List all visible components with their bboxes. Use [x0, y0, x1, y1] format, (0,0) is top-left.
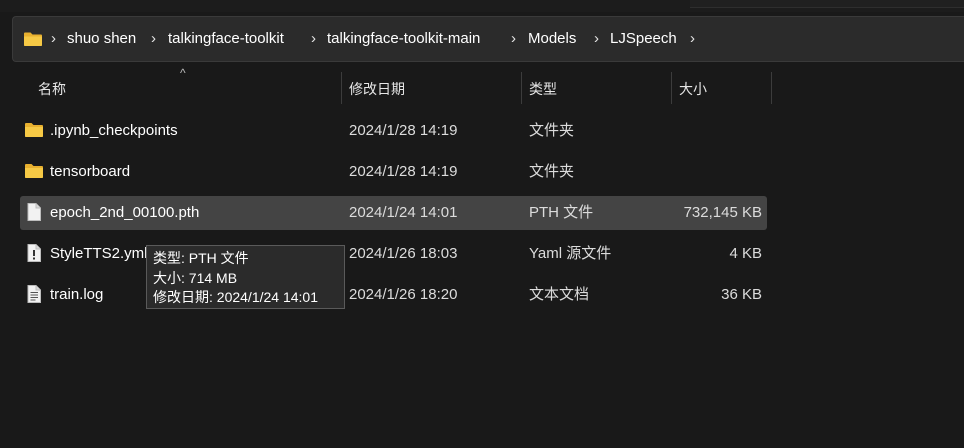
breadcrumb-item-ljspeech[interactable]: LJSpeech: [610, 17, 677, 61]
column-header-type[interactable]: 类型: [529, 72, 557, 106]
tooltip-date: 修改日期: 2024/1/24 14:01: [153, 289, 318, 305]
file-name: .ipynb_checkpoints: [50, 122, 178, 139]
file-row[interactable]: tensorboard 2024/1/28 14:19 文件夹: [20, 155, 767, 189]
tooltip-size: 大小: 714 MB: [153, 269, 238, 286]
file-name: StyleTTS2.yml: [50, 245, 146, 262]
column-divider[interactable]: [341, 72, 342, 104]
column-header-name[interactable]: 名称: [38, 72, 66, 106]
column-divider[interactable]: [671, 72, 672, 104]
title-bar-region: [690, 0, 964, 8]
yaml-file-icon: [27, 244, 41, 262]
file-size: [660, 155, 762, 189]
breadcrumb-item-talkingface-toolkit-main[interactable]: talkingface-toolkit-main: [327, 17, 480, 61]
file-type: Yaml 源文件: [529, 245, 612, 262]
text-file-icon: [27, 285, 41, 303]
breadcrumb-separator[interactable]: ›: [151, 17, 156, 61]
breadcrumb: › shuo shen › talkingface-toolkit › talk…: [13, 17, 964, 63]
sort-ascending-icon: ^: [180, 66, 186, 80]
file-date: 2024/1/28 14:19: [349, 163, 458, 180]
breadcrumb-separator[interactable]: ›: [594, 17, 599, 61]
file-date: 2024/1/28 14:19: [349, 122, 458, 139]
file-type: 文件夹: [529, 163, 575, 180]
folder-icon: [25, 123, 43, 137]
breadcrumb-separator[interactable]: ›: [690, 17, 695, 61]
file-size: [660, 114, 762, 148]
column-divider[interactable]: [771, 72, 772, 104]
column-headers: 名称 ^ 修改日期 类型 大小: [0, 66, 964, 108]
column-header-size[interactable]: 大小: [679, 72, 707, 106]
address-bar[interactable]: › shuo shen › talkingface-toolkit › talk…: [12, 16, 964, 62]
file-date: 2024/1/26 18:03: [349, 245, 458, 262]
breadcrumb-item-talkingface-toolkit[interactable]: talkingface-toolkit: [168, 17, 284, 61]
folder-icon: [25, 164, 43, 178]
file-size: 732,145 KB: [683, 204, 762, 221]
file-date: 2024/1/24 14:01: [349, 204, 458, 221]
file-date: 2024/1/26 18:20: [349, 286, 458, 303]
file-size: 4 KB: [729, 245, 762, 262]
file-row[interactable]: .ipynb_checkpoints 2024/1/28 14:19 文件夹: [20, 114, 767, 148]
file-type: 文本文档: [529, 286, 590, 303]
column-header-date[interactable]: 修改日期: [349, 72, 405, 106]
window-top-strip: [0, 0, 964, 12]
file-icon: [27, 203, 41, 221]
file-row[interactable]: epoch_2nd_00100.pth 2024/1/24 14:01 PTH …: [20, 196, 767, 230]
breadcrumb-item-shuo-shen[interactable]: shuo shen: [67, 17, 136, 61]
file-info-tooltip: 类型: PTH 文件 大小: 714 MB 修改日期: 2024/1/24 14…: [146, 245, 345, 309]
tooltip-type: 类型: PTH 文件: [153, 250, 249, 266]
breadcrumb-separator[interactable]: ›: [511, 17, 516, 61]
file-row[interactable]: StyleTTS2.yml 2024/1/26 18:03 Yaml 源文件 4…: [20, 237, 767, 271]
breadcrumb-item-models[interactable]: Models: [528, 17, 576, 61]
file-row[interactable]: train.log 2024/1/26 18:20 文本文档 36 KB: [20, 278, 767, 312]
file-type: PTH 文件: [529, 204, 594, 221]
file-name: tensorboard: [50, 163, 131, 180]
file-name: epoch_2nd_00100.pth: [50, 204, 200, 221]
file-type: 文件夹: [529, 122, 575, 139]
column-divider[interactable]: [521, 72, 522, 104]
breadcrumb-separator[interactable]: ›: [311, 17, 316, 61]
breadcrumb-separator[interactable]: ›: [51, 17, 56, 61]
file-size: 36 KB: [721, 286, 762, 303]
